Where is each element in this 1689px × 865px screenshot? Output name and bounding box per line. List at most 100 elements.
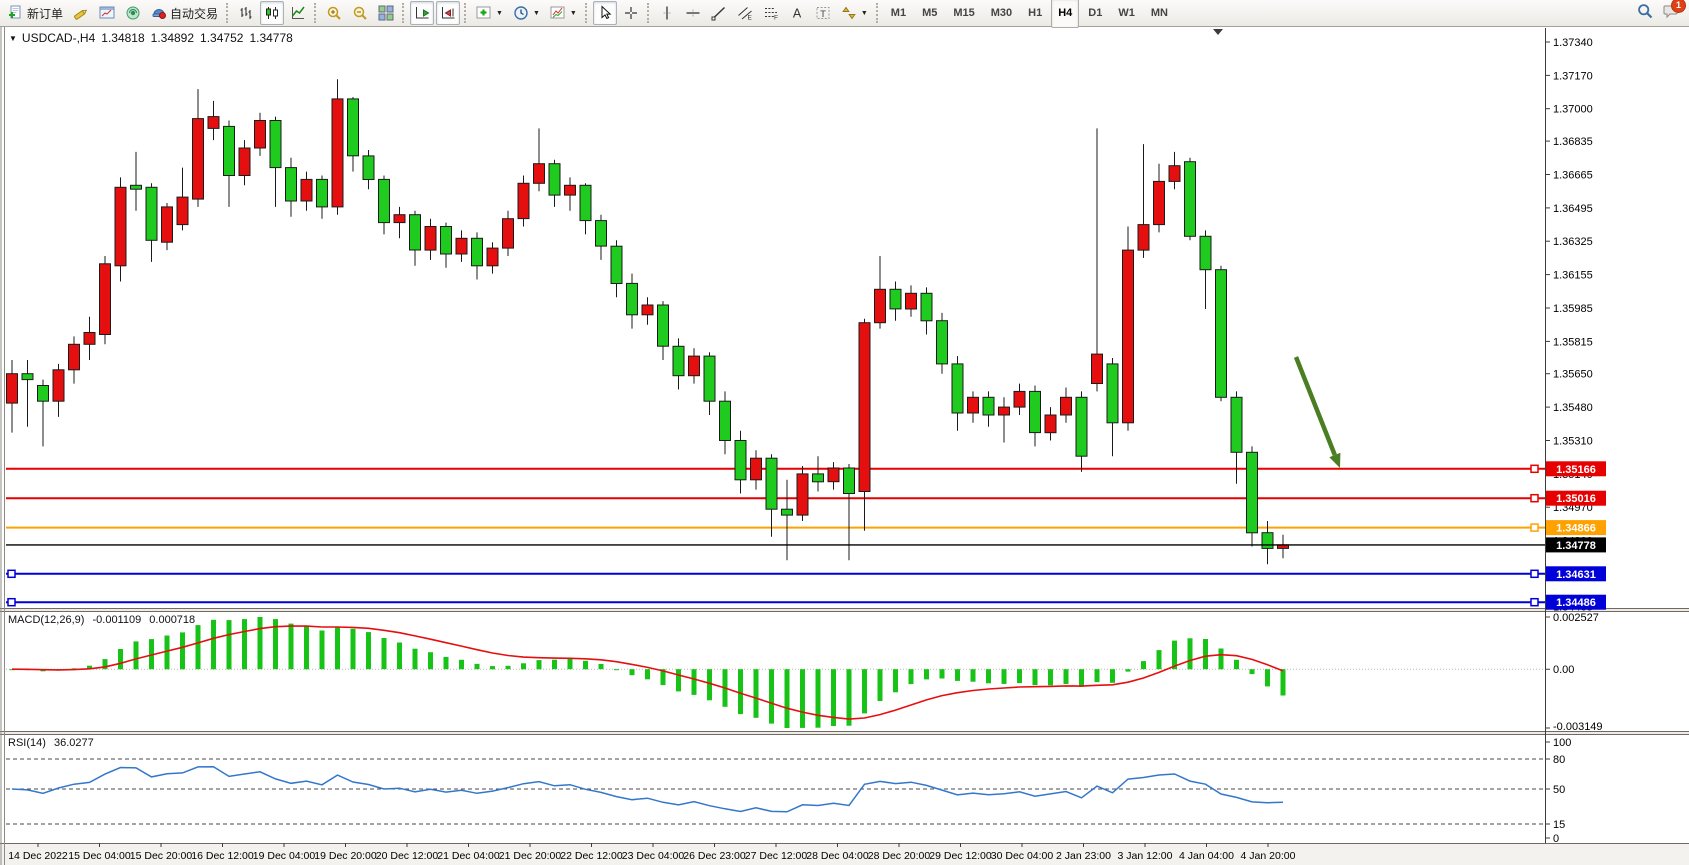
- time-tick-label: 16 Dec 12:00: [191, 850, 254, 862]
- svg-text:1.34866: 1.34866: [1556, 523, 1596, 535]
- time-tick-label: 28 Dec 04:00: [806, 850, 869, 862]
- macd-histogram-bar: [1188, 638, 1193, 669]
- line-chart-button[interactable]: [286, 1, 310, 25]
- time-tick-label: 28 Dec 20:00: [868, 850, 931, 862]
- macd-histogram-bar: [1141, 661, 1146, 669]
- macd-histogram-bar: [304, 626, 309, 669]
- dropdown-arrow-icon: ▼: [861, 10, 868, 17]
- svg-text:-0.003149: -0.003149: [1553, 721, 1603, 733]
- svg-text:E: E: [747, 15, 752, 22]
- zoom-in-button[interactable]: [322, 1, 346, 25]
- chat-button[interactable]: 1: [1663, 3, 1679, 24]
- new-order-button-label: 新订单: [27, 5, 63, 22]
- macd-histogram-bar: [335, 627, 340, 669]
- zoom-out-button[interactable]: [348, 1, 372, 25]
- macd-histogram-bar: [583, 661, 588, 670]
- macd-histogram-bar: [552, 660, 557, 670]
- vertical-line-button[interactable]: [655, 1, 679, 25]
- tf-m1[interactable]: M1: [884, 0, 913, 28]
- search-button[interactable]: [1637, 3, 1653, 24]
- bar-chart-button[interactable]: [234, 1, 258, 25]
- candles-icon: [264, 5, 280, 21]
- svg-text:0.002527: 0.002527: [1553, 612, 1599, 624]
- macd-histogram-bar: [1033, 669, 1038, 685]
- chart-shift-button[interactable]: [436, 1, 460, 25]
- zoom-in-icon: [326, 5, 342, 21]
- autotrade-icon: [151, 5, 167, 21]
- time-tick-label: 23 Dec 04:00: [622, 850, 685, 862]
- tile-windows-button[interactable]: [374, 1, 398, 25]
- dropdown-arrow-icon: ▼: [570, 10, 577, 17]
- svg-text:100: 100: [1553, 737, 1571, 749]
- time-tick-label: 4 Jan 20:00: [1241, 850, 1296, 862]
- price-tick-label: 1.35310: [1553, 436, 1593, 448]
- macd-histogram-bar: [428, 652, 433, 669]
- zoom-out-icon: [352, 5, 368, 21]
- candle: [1247, 446, 1258, 546]
- text-label-button[interactable]: T: [811, 1, 835, 25]
- crosshair-button[interactable]: [619, 1, 643, 25]
- new-order-button[interactable]: 新订单: [4, 1, 67, 25]
- macd-histogram-bar: [924, 669, 929, 679]
- tf-h1[interactable]: H1: [1021, 0, 1049, 28]
- macd-histogram-bar: [382, 638, 387, 669]
- macd-histogram-bar: [800, 669, 805, 728]
- tf-w1[interactable]: W1: [1111, 0, 1142, 28]
- cursor-button[interactable]: [593, 1, 617, 25]
- tf-d1[interactable]: D1: [1081, 0, 1109, 28]
- macd-histogram-bar: [1281, 669, 1286, 695]
- horizontal-line-button[interactable]: [681, 1, 705, 25]
- indicators-button[interactable]: ▼: [472, 1, 507, 25]
- indicator-add-icon: [476, 5, 492, 21]
- macd-histogram-bar: [1265, 669, 1270, 686]
- time-tick-label: 2 Jan 23:00: [1056, 850, 1111, 862]
- macd-histogram-bar: [676, 669, 681, 691]
- auto-trading-button[interactable]: 自动交易: [147, 1, 222, 25]
- macd-histogram-bar: [258, 617, 263, 669]
- toolbar: 新订单自动交易▼▼▼EFAT▼M1M5M15M30H1H4D1W1MN1: [0, 0, 1689, 27]
- signals-button[interactable]: [121, 1, 145, 25]
- macd-histogram-bar: [459, 660, 464, 670]
- chart-area[interactable]: 1.373401.371701.370001.368351.366651.364…: [0, 27, 1689, 865]
- tf-m30[interactable]: M30: [984, 0, 1019, 28]
- channel-button[interactable]: E: [733, 1, 757, 25]
- cursor-icon: [597, 5, 613, 21]
- time-tick-label: 21 Dec 04:00: [437, 850, 500, 862]
- chart-profile-button[interactable]: [95, 1, 119, 25]
- periods-button[interactable]: ▼: [509, 1, 544, 25]
- fibonacci-button[interactable]: F: [759, 1, 783, 25]
- candle-chart-button[interactable]: [260, 1, 284, 25]
- price-badge: 1.34866: [1546, 520, 1606, 535]
- macd-histogram-bar: [1234, 660, 1239, 669]
- macd-histogram-bar: [1064, 669, 1069, 684]
- macd-histogram-bar: [769, 669, 774, 723]
- toolbar-grip: [226, 3, 228, 23]
- macd-histogram-bar: [878, 669, 883, 701]
- tf-m5[interactable]: M5: [915, 0, 944, 28]
- svg-text:50: 50: [1553, 784, 1565, 796]
- macd-histogram-bar: [1110, 669, 1115, 683]
- svg-text:1.35166: 1.35166: [1556, 464, 1596, 476]
- tf-mn[interactable]: MN: [1144, 0, 1175, 28]
- svg-text:80: 80: [1553, 754, 1565, 766]
- trendline-button[interactable]: [707, 1, 731, 25]
- line-icon: [290, 5, 306, 21]
- chart-background[interactable]: [0, 27, 1689, 865]
- macd-histogram-bar: [754, 669, 759, 718]
- price-tick-label: 1.35815: [1553, 336, 1593, 348]
- arrows-button[interactable]: ▼: [837, 1, 872, 25]
- vline-icon: [659, 5, 675, 21]
- templates-button[interactable]: ▼: [546, 1, 581, 25]
- svg-text:0.00: 0.00: [1553, 664, 1574, 676]
- text-button[interactable]: A: [785, 1, 809, 25]
- macd-histogram-bar: [1095, 669, 1100, 682]
- price-tick-label: 1.36155: [1553, 270, 1593, 282]
- tf-h4[interactable]: H4: [1051, 0, 1079, 28]
- price-tick-label: 1.35985: [1553, 303, 1593, 315]
- tf-m15[interactable]: M15: [946, 0, 981, 28]
- styler-button[interactable]: [69, 1, 93, 25]
- tile-icon: [378, 5, 394, 21]
- crosshair-icon: [623, 5, 639, 21]
- macd-histogram-bar: [211, 620, 216, 670]
- auto-scroll-button[interactable]: [410, 1, 434, 25]
